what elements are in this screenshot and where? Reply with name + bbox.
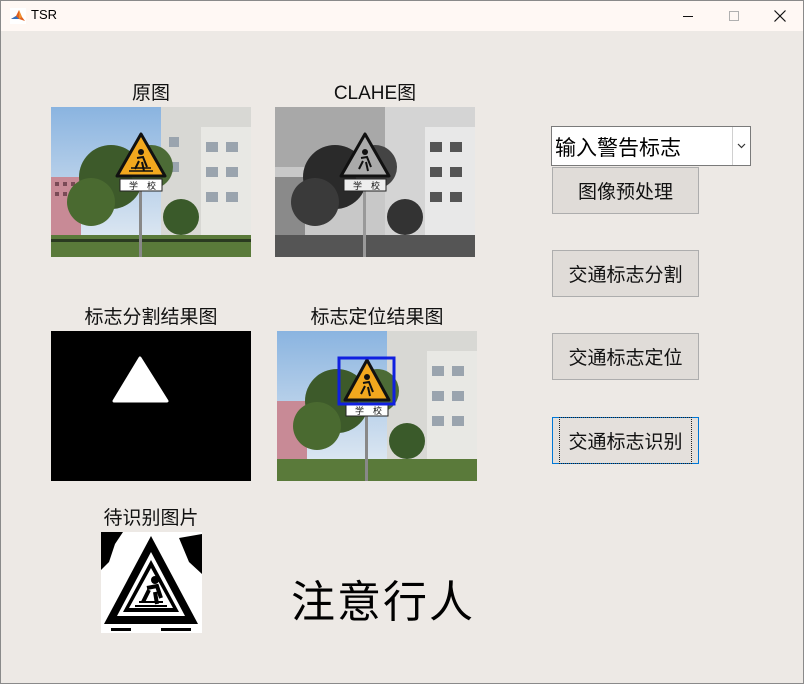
segment-button[interactable]: 交通标志分割 bbox=[552, 250, 699, 297]
clahe-image-title: CLAHE图 bbox=[333, 83, 417, 104]
maximize-icon bbox=[728, 10, 739, 21]
sign-type-selected: 输入警告标志 bbox=[555, 136, 681, 160]
close-button[interactable] bbox=[757, 1, 803, 31]
minimize-icon bbox=[682, 15, 693, 17]
original-image: 学 校 bbox=[51, 107, 251, 257]
dropdown-arrow[interactable] bbox=[732, 127, 750, 165]
locate-image-title: 标志定位结果图 bbox=[310, 306, 444, 328]
clahe-sign-plate-left: 学 bbox=[353, 180, 362, 192]
close-icon bbox=[774, 10, 786, 22]
recognize-button-label: 交通标志识别 bbox=[559, 417, 692, 464]
clahe-image: 学 校 bbox=[275, 107, 475, 257]
app-window: TSR 原图 CLAHE图 标志分割结果图 标志定位结果图 待识别图片 学 校 … bbox=[0, 0, 804, 684]
preprocess-button[interactable]: 图像预处理 bbox=[552, 167, 699, 214]
sign-plate-left: 学 bbox=[129, 180, 138, 192]
window-title: TSR bbox=[31, 7, 57, 22]
segment-image-title: 标志分割结果图 bbox=[84, 306, 218, 328]
segment-button-label: 交通标志分割 bbox=[568, 264, 683, 286]
chevron-down-icon bbox=[737, 143, 746, 149]
locate-button-label: 交通标志定位 bbox=[568, 347, 683, 369]
matlab-icon bbox=[10, 8, 26, 24]
sign-type-dropdown[interactable]: 输入警告标志 bbox=[551, 126, 751, 166]
locate-button[interactable]: 交通标志定位 bbox=[552, 333, 699, 380]
maximize-button[interactable] bbox=[711, 1, 757, 31]
locate-sign-plate-right: 校 bbox=[373, 405, 382, 417]
figure-panel: 原图 CLAHE图 标志分割结果图 标志定位结果图 待识别图片 学 校 学 校 … bbox=[1, 31, 803, 683]
recognition-result: 注意行人 bbox=[291, 577, 475, 628]
title-bar[interactable]: TSR bbox=[1, 1, 803, 31]
segment-image bbox=[51, 331, 251, 481]
sign-plate-right: 校 bbox=[147, 180, 156, 192]
preprocess-button-label: 图像预处理 bbox=[577, 181, 673, 203]
locate-sign-plate-left: 学 bbox=[355, 405, 364, 417]
to-recognize-image-title: 待识别图片 bbox=[103, 507, 199, 529]
original-image-title: 原图 bbox=[131, 82, 170, 104]
to-recognize-image bbox=[101, 532, 202, 633]
minimize-button[interactable] bbox=[665, 1, 711, 31]
recognize-button[interactable]: 交通标志识别 bbox=[552, 417, 699, 464]
locate-image: 学 校 bbox=[277, 331, 477, 481]
clahe-sign-plate-right: 校 bbox=[371, 180, 380, 192]
